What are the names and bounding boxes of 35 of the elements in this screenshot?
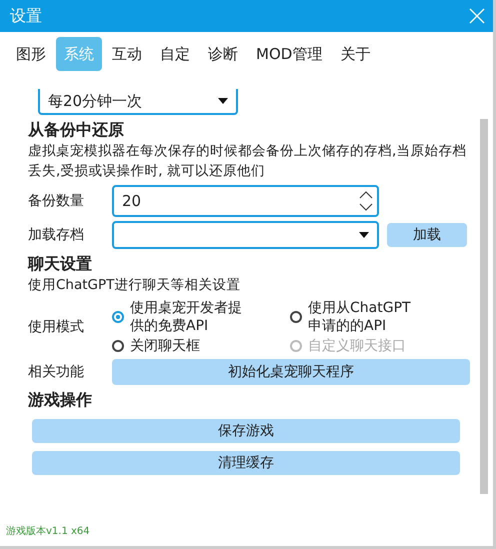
field-label: 加载存档 bbox=[28, 226, 85, 244]
spinner-arrows-icon[interactable] bbox=[359, 190, 373, 212]
save-dropdown[interactable] bbox=[112, 221, 379, 249]
close-icon[interactable] bbox=[469, 8, 485, 24]
radio-button[interactable] bbox=[112, 340, 124, 352]
load-button[interactable]: 加载 bbox=[387, 223, 467, 247]
field-label: 使用模式 bbox=[28, 318, 85, 336]
dropdown-arrow-icon bbox=[359, 232, 369, 238]
section-heading: 游戏操作 bbox=[28, 390, 93, 411]
radio-option[interactable]: 使用桌宠开发者提供的免费API bbox=[112, 299, 290, 335]
scrollbar[interactable] bbox=[480, 119, 488, 494]
tab[interactable]: 互动 bbox=[104, 37, 150, 71]
game-action-button[interactable]: 保存游戏 bbox=[32, 419, 460, 443]
tab[interactable]: 诊断 bbox=[200, 37, 246, 71]
version-text: 游戏版本v1.1 x64 bbox=[5, 524, 91, 539]
section-heading: 聊天设置 bbox=[28, 254, 93, 275]
radio-button[interactable] bbox=[290, 311, 302, 323]
interval-dropdown[interactable]: 每20分钟一次 bbox=[38, 89, 238, 115]
dropdown-arrow-icon bbox=[218, 98, 228, 104]
tab[interactable]: 自定 bbox=[152, 37, 198, 71]
init-chat-button[interactable]: 初始化桌宠聊天程序 bbox=[112, 359, 470, 385]
tab[interactable]: 图形 bbox=[8, 37, 54, 71]
radio-button[interactable] bbox=[112, 311, 124, 323]
section-heading: 从备份中还原 bbox=[28, 120, 125, 141]
tab[interactable]: 关于 bbox=[332, 37, 378, 71]
radio-option[interactable]: 关闭聊天框 bbox=[112, 337, 290, 355]
radio-option[interactable]: 使用从ChatGPT申请的的API bbox=[290, 299, 470, 335]
section-description: 使用ChatGPT进行聊天等相关设置 bbox=[28, 276, 242, 295]
number-field[interactable]: 20 bbox=[112, 185, 379, 217]
section-description: 虚拟桌宠模拟器在每次保存的时候都会备份上次储存的存档,当原始存档丢失,受损或误操作时, 就可以还原他们 bbox=[28, 142, 468, 181]
game-action-button[interactable]: 清理缓存 bbox=[32, 451, 460, 475]
field-label: 相关功能 bbox=[28, 363, 85, 381]
window-title: 设置 bbox=[10, 6, 42, 26]
field-label: 备份数量 bbox=[28, 192, 85, 210]
tab[interactable]: MOD管理 bbox=[248, 37, 330, 71]
